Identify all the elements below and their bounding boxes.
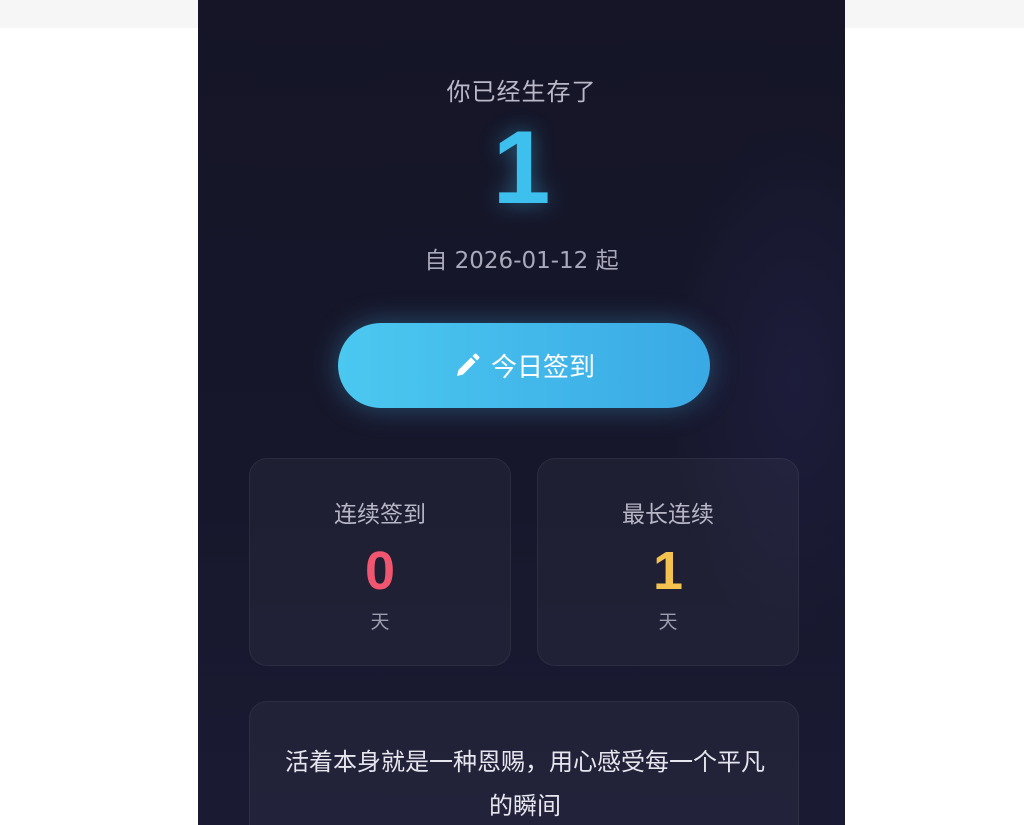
app-screen: 你已经生存了 1 自 2026-01-12 起 今日签到 连续签到 0 天 最长… <box>198 0 845 825</box>
streak-card: 连续签到 0 天 <box>249 458 511 666</box>
quote-text: 活着本身就是一种恩赐，用心感受每一个平凡的瞬间 <box>285 748 765 820</box>
survived-label: 你已经生存了 <box>446 78 597 106</box>
streak-title: 连续签到 <box>334 502 426 528</box>
streak-value: 0 <box>364 541 396 601</box>
survival-day-count: 1 <box>492 110 551 226</box>
start-date-text: 自 2026-01-12 起 <box>424 248 619 274</box>
longest-streak-value: 1 <box>652 541 684 601</box>
longest-streak-card: 最长连续 1 天 <box>537 458 799 666</box>
checkin-button-label: 今日签到 <box>490 353 595 383</box>
checkin-button[interactable]: 今日签到 <box>338 323 710 408</box>
pencil-icon <box>453 352 481 380</box>
longest-streak-unit: 天 <box>658 611 678 633</box>
quote-card: 活着本身就是一种恩赐，用心感受每一个平凡的瞬间 <box>249 701 799 825</box>
longest-streak-title: 最长连续 <box>622 502 714 528</box>
streak-unit: 天 <box>370 611 390 633</box>
